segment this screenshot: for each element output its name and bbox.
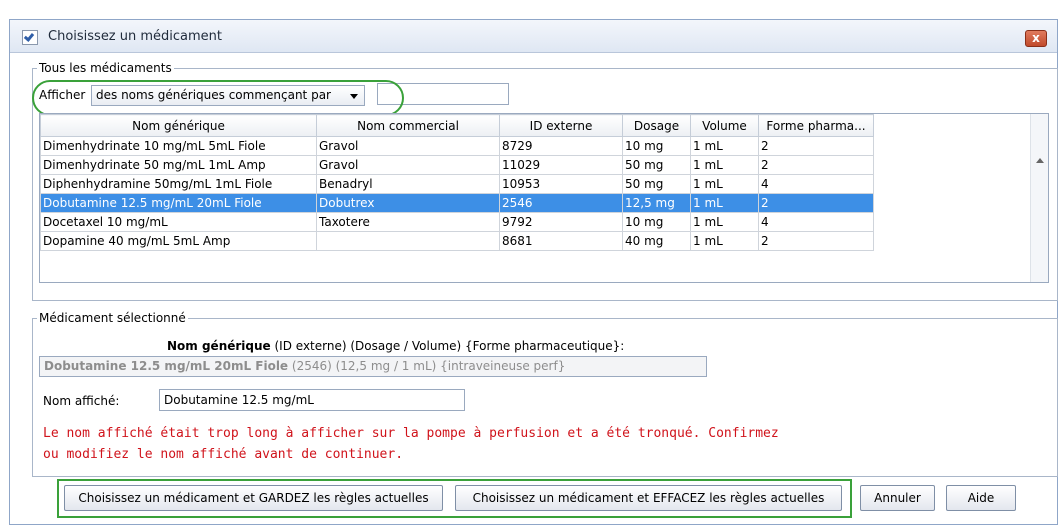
table-cell: Dimenhydrinate 50 mg/mL 1mL Amp: [40, 155, 317, 175]
scroll-up-icon[interactable]: [1036, 158, 1044, 163]
table-cell: Dobutamine 12.5 mg/mL 20mL Fiole: [40, 193, 317, 213]
table-cell: 2546: [499, 193, 623, 213]
table-cell: 8729: [499, 136, 623, 156]
table-cell: Gravol: [316, 136, 500, 156]
table-cell: Dopamine 40 mg/mL 5mL Amp: [40, 231, 317, 251]
filter-highlight-oval: [32, 80, 404, 116]
table-cell: 10 mg: [622, 136, 691, 156]
truncation-warning: Le nom affiché était trop long à affiche…: [43, 423, 1043, 465]
display-name-label: Nom affiché:: [43, 394, 120, 408]
table-cell: 4: [758, 212, 874, 232]
column-header[interactable]: Forme pharma...: [758, 114, 874, 137]
medications-table: Nom générique Nom commercial ID externe …: [39, 113, 1049, 283]
table-cell: 10953: [499, 174, 623, 194]
table-cell: Taxotere: [316, 212, 500, 232]
table-cell: Gravol: [316, 155, 500, 175]
table-cell: Diphenhydramine 50mg/mL 1mL Fiole: [40, 174, 317, 194]
table-header-row: Nom générique Nom commercial ID externe …: [40, 114, 874, 137]
medications-grid: Nom générique Nom commercial ID externe …: [40, 114, 874, 251]
table-cell: 2: [758, 231, 874, 251]
column-header[interactable]: Volume: [690, 114, 759, 137]
table-cell: Dimenhydrinate 10 mg/mL 5mL Fiole: [40, 136, 317, 156]
table-row[interactable]: Diphenhydramine 50mg/mL 1mL Fiole Benadr…: [40, 174, 874, 194]
table-cell: 9792: [499, 212, 623, 232]
table-cell: 40 mg: [622, 231, 691, 251]
warning-line-2: ou modifiez le nom affiché avant de cont…: [43, 447, 404, 462]
table-cell: 10 mg: [622, 212, 691, 232]
generic-name-heading: Nom générique: [167, 339, 271, 353]
table-cell: Docetaxel 10 mg/mL: [40, 212, 317, 232]
column-header[interactable]: Nom commercial: [316, 114, 500, 137]
table-row[interactable]: Dimenhydrinate 50 mg/mL 1mL Amp Gravol 1…: [40, 155, 874, 175]
table-cell: 2: [758, 136, 874, 156]
table-cell: 50 mg: [622, 174, 691, 194]
title-bar: Choisissez un médicament x: [10, 20, 1057, 53]
selected-format-heading: Nom générique (ID externe) (Dosage / Vol…: [167, 339, 624, 353]
close-button[interactable]: x: [1025, 30, 1047, 47]
table-row[interactable]: Dopamine 40 mg/mL 5mL Amp 8681 40 mg 1 m…: [40, 231, 874, 251]
table-cell: 1 mL: [690, 136, 759, 156]
all-medications-group: Tous les médicaments Afficher des noms g…: [32, 61, 1058, 301]
choose-clear-rules-button[interactable]: Choisissez un médicament et EFFACEZ les …: [455, 485, 842, 511]
column-header[interactable]: ID externe: [499, 114, 623, 137]
table-row-selected[interactable]: Dobutamine 12.5 mg/mL 20mL Fiole Dobutre…: [40, 193, 874, 213]
selected-full-name-field: Dobutamine 12.5 mg/mL 20mL Fiole (2546) …: [39, 356, 707, 377]
table-cell: 1 mL: [690, 231, 759, 251]
selected-details: (2546) (12,5 mg / 1 mL) {intraveineuse p…: [288, 359, 566, 373]
help-button[interactable]: Aide: [946, 485, 1016, 511]
table-scrollbar[interactable]: [1030, 114, 1048, 282]
table-cell: 8681: [499, 231, 623, 251]
table-cell: 4: [758, 174, 874, 194]
format-heading-rest: (ID externe) (Dosage / Volume) {Forme ph…: [270, 339, 625, 353]
dialog-title: Choisissez un médicament: [48, 29, 223, 44]
cancel-button[interactable]: Annuler: [860, 485, 935, 511]
selected-medication-legend: Médicament sélectionné: [39, 311, 186, 325]
table-cell: 12,5 mg: [622, 193, 691, 213]
column-header[interactable]: Dosage: [622, 114, 691, 137]
table-cell: Dobutrex: [316, 193, 500, 213]
choose-keep-rules-button[interactable]: Choisissez un médicament et GARDEZ les r…: [64, 485, 443, 511]
column-header[interactable]: Nom générique: [40, 114, 317, 137]
choose-medication-dialog: Choisissez un médicament x Tous les médi…: [9, 19, 1058, 525]
table-cell: Benadryl: [316, 174, 500, 194]
table-cell: 2: [758, 155, 874, 175]
table-cell: [316, 231, 500, 251]
table-cell: 1 mL: [690, 155, 759, 175]
table-row[interactable]: Docetaxel 10 mg/mL Taxotere 9792 10 mg 1…: [40, 212, 874, 232]
all-medications-legend: Tous les médicaments: [39, 61, 172, 75]
table-row[interactable]: Dimenhydrinate 10 mg/mL 5mL Fiole Gravol…: [40, 136, 874, 156]
checkbox-app-icon: [22, 30, 38, 45]
display-name-input[interactable]: Dobutamine 12.5 mg/mL: [159, 389, 465, 411]
table-cell: 1 mL: [690, 174, 759, 194]
selected-medication-group: Médicament sélectionné Nom générique (ID…: [32, 311, 1058, 477]
table-cell: 1 mL: [690, 193, 759, 213]
warning-line-1: Le nom affiché était trop long à affiche…: [43, 426, 779, 441]
selected-full-name: Dobutamine 12.5 mg/mL 20mL Fiole: [44, 359, 289, 373]
table-cell: 1 mL: [690, 212, 759, 232]
table-cell: 50 mg: [622, 155, 691, 175]
table-cell: 2: [758, 193, 874, 213]
table-cell: 11029: [499, 155, 623, 175]
